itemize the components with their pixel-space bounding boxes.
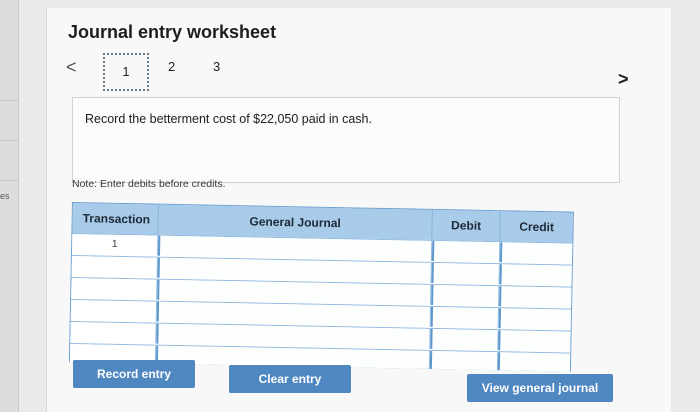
credit-input[interactable] xyxy=(499,264,572,286)
view-general-journal-button[interactable]: View general journal xyxy=(467,374,613,402)
debit-input[interactable] xyxy=(431,240,501,263)
transaction-number xyxy=(71,256,158,278)
credit-input[interactable] xyxy=(497,352,571,372)
clear-entry-button[interactable]: Clear entry xyxy=(229,365,351,393)
page-tab-1[interactable]: 1 xyxy=(103,53,149,91)
sidebar-divider xyxy=(0,100,18,101)
record-entry-button[interactable]: Record entry xyxy=(73,360,195,388)
debit-input[interactable] xyxy=(431,284,500,307)
credit-input[interactable] xyxy=(499,286,572,308)
debit-input[interactable] xyxy=(430,306,500,329)
page-tab-3[interactable]: 3 xyxy=(213,59,220,74)
credit-input[interactable] xyxy=(498,330,571,352)
transaction-number xyxy=(71,278,158,300)
left-sidebar-strip xyxy=(0,0,19,412)
debit-input[interactable] xyxy=(430,328,499,351)
debit-input[interactable] xyxy=(431,262,500,285)
debit-input[interactable] xyxy=(429,350,499,371)
journal-table: Transaction General Journal Debit Credit… xyxy=(68,202,574,372)
transaction-number: 1 xyxy=(72,234,159,256)
note-text: Note: Enter debits before credits. xyxy=(72,178,226,190)
instruction-text: Record the betterment cost of $22,050 pa… xyxy=(85,112,372,126)
side-label: es xyxy=(0,191,10,201)
credit-input[interactable] xyxy=(498,308,572,330)
sidebar-divider xyxy=(0,140,18,141)
column-header-transaction: Transaction xyxy=(72,203,159,235)
credit-input[interactable] xyxy=(499,242,573,264)
instruction-box: Record the betterment cost of $22,050 pa… xyxy=(72,97,620,183)
chevron-right-icon[interactable]: > xyxy=(618,69,629,90)
chevron-left-icon[interactable]: < xyxy=(66,57,77,78)
page-title: Journal entry worksheet xyxy=(68,22,277,42)
transaction-number xyxy=(70,300,158,322)
column-header-debit: Debit xyxy=(432,209,501,242)
transaction-number xyxy=(70,321,157,344)
page-tab-2[interactable]: 2 xyxy=(168,59,175,74)
sidebar-divider xyxy=(0,180,18,181)
column-header-credit: Credit xyxy=(500,211,573,243)
